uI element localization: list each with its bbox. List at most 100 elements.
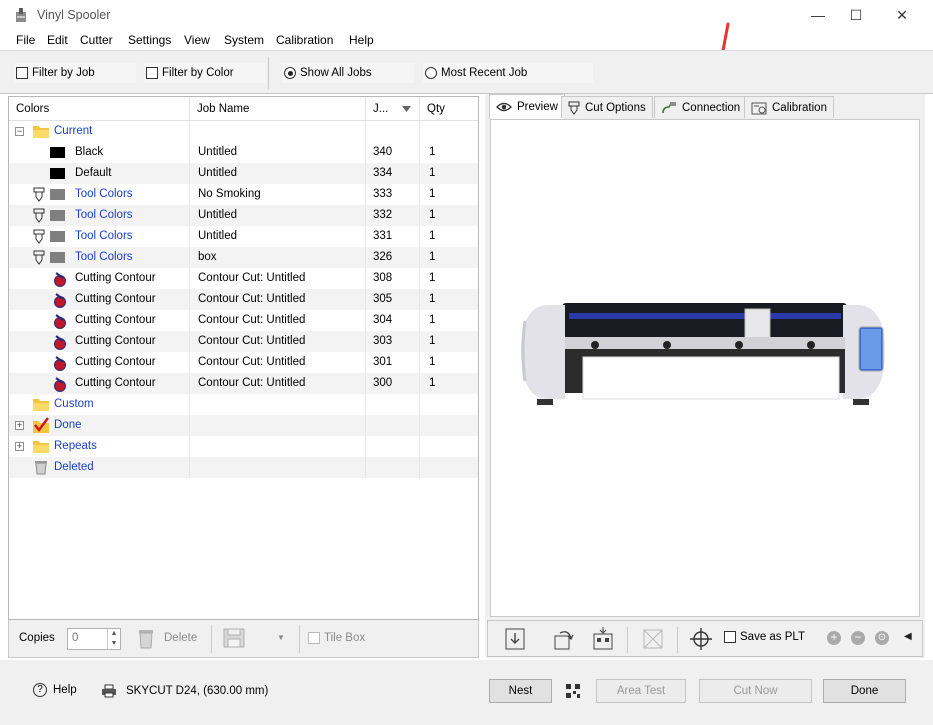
tab-connection[interactable]: Connection: [654, 96, 748, 118]
color-swatch: [50, 189, 65, 200]
tile-box-checkbox[interactable]: [308, 632, 320, 644]
no-cut-icon[interactable]: [642, 628, 664, 650]
done-button[interactable]: Done: [823, 679, 906, 703]
tree-cell: Cutting Contour: [9, 289, 190, 310]
dropdown-arrow-icon[interactable]: ▼: [277, 633, 285, 642]
cutting-contour-icon: [54, 272, 66, 287]
nest-button[interactable]: Nest: [489, 679, 552, 703]
qty-cell: [420, 457, 478, 478]
qty-cell: 1: [429, 251, 436, 263]
table-row[interactable]: Cutting Contour Contour Cut: Untitled 30…: [9, 373, 478, 394]
save-as-plt-checkbox[interactable]: [724, 631, 736, 643]
zoom-in-icon[interactable]: +: [827, 631, 841, 645]
zoom-out-icon[interactable]: −: [851, 631, 865, 645]
maximize-button[interactable]: ☐: [833, 0, 879, 30]
qr-code-icon[interactable]: [566, 684, 580, 698]
title-bar: Vinyl Spooler — ☐ ✕: [0, 0, 933, 30]
rotate-icon[interactable]: [554, 628, 574, 650]
tile-box-option[interactable]: Tile Box: [308, 632, 365, 644]
job-number-cell: 303: [366, 331, 420, 352]
column-header-colors[interactable]: Colors: [9, 97, 190, 121]
column-header-job-name[interactable]: Job Name: [190, 97, 366, 121]
menu-system[interactable]: System: [224, 33, 264, 47]
tab-preview[interactable]: Preview: [489, 94, 565, 119]
collapse-icon[interactable]: −: [15, 127, 24, 136]
table-row[interactable]: Tool Colors Untitled 331 1: [9, 226, 478, 247]
column-header-job-number[interactable]: J...: [366, 97, 420, 121]
filter-by-color-option[interactable]: Filter by Color: [144, 63, 266, 83]
menu-view[interactable]: View: [184, 33, 210, 47]
tab-cut-options[interactable]: Cut Options: [561, 96, 653, 118]
color-label: Cutting Contour: [75, 335, 156, 347]
save-as-plt-option[interactable]: Save as PLT: [724, 631, 805, 643]
job-number-cell: [366, 436, 420, 457]
close-button[interactable]: ✕: [879, 0, 925, 30]
help-button[interactable]: ? Help: [33, 683, 77, 697]
tree-cell: Cutting Contour: [9, 310, 190, 331]
crosshair-icon[interactable]: [690, 628, 712, 650]
knife-tool-icon: [568, 101, 580, 115]
expand-icon[interactable]: +: [15, 442, 24, 451]
table-row[interactable]: Tool Colors No Smoking 333 1: [9, 184, 478, 205]
qty-cell: 1: [429, 377, 436, 389]
cut-now-button[interactable]: Cut Now: [699, 679, 812, 703]
menu-settings[interactable]: Settings: [128, 33, 171, 47]
filter-by-color-checkbox[interactable]: [146, 67, 158, 79]
import-icon[interactable]: [505, 628, 525, 650]
preview-canvas[interactable]: [490, 119, 920, 617]
zoom-fit-icon[interactable]: ⊙: [875, 631, 889, 645]
printer-icon: [102, 684, 116, 698]
tree-cell: + Done: [9, 415, 190, 436]
most-recent-job-option[interactable]: Most Recent Job: [423, 63, 593, 83]
copies-toolbar: Copies 0 ▲ ▼ Delete ▼ Tile Box: [8, 620, 479, 658]
tree-node-custom[interactable]: Custom: [9, 394, 478, 415]
knife-tool-icon: [33, 187, 45, 202]
tree-node-current[interactable]: − Current: [9, 121, 478, 142]
copies-stepper[interactable]: 0 ▲ ▼: [67, 628, 121, 650]
weed-box-icon[interactable]: [592, 626, 614, 650]
job-name-cell: [190, 121, 366, 142]
tab-calibration[interactable]: Calibration: [744, 96, 834, 118]
job-name-cell: Contour Cut: Untitled: [190, 331, 366, 352]
eye-icon: [496, 102, 512, 112]
stepper-down-icon[interactable]: ▼: [107, 639, 120, 649]
table-row[interactable]: Cutting Contour Contour Cut: Untitled 30…: [9, 289, 478, 310]
scroll-left-icon[interactable]: ◀: [904, 631, 912, 642]
menu-help[interactable]: Help: [349, 33, 374, 47]
tree-node-done[interactable]: + Done: [9, 415, 478, 436]
table-row[interactable]: Cutting Contour Contour Cut: Untitled 30…: [9, 352, 478, 373]
filter-by-job-checkbox[interactable]: [16, 67, 28, 79]
column-header-qty[interactable]: Qty: [420, 97, 478, 121]
table-row[interactable]: Default Untitled 334 1: [9, 163, 478, 184]
tree-cell: Default: [9, 163, 190, 184]
show-all-jobs-radio[interactable]: [284, 67, 296, 79]
table-row[interactable]: Cutting Contour Contour Cut: Untitled 30…: [9, 331, 478, 352]
color-swatch: [50, 210, 65, 221]
show-all-jobs-option[interactable]: Show All Jobs: [282, 63, 414, 83]
table-row[interactable]: Black Untitled 340 1: [9, 142, 478, 163]
tree-node-deleted[interactable]: Deleted: [9, 457, 478, 478]
table-row[interactable]: Tool Colors box 326 1: [9, 247, 478, 268]
help-icon: ?: [33, 683, 47, 697]
job-tree-grid[interactable]: Colors Job Name J... Qty − Current Black…: [8, 96, 479, 620]
table-row[interactable]: Tool Colors Untitled 332 1: [9, 205, 478, 226]
filter-by-job-option[interactable]: Filter by Job: [14, 63, 136, 83]
menu-calibration[interactable]: Calibration: [276, 33, 333, 47]
menu-edit[interactable]: Edit: [47, 33, 68, 47]
expand-icon[interactable]: +: [15, 421, 24, 430]
table-row[interactable]: Cutting Contour Contour Cut: Untitled 30…: [9, 310, 478, 331]
maximize-icon: ☐: [849, 6, 863, 23]
save-disk-icon[interactable]: [223, 628, 245, 648]
delete-button[interactable]: Delete: [164, 632, 197, 644]
color-label: Cutting Contour: [75, 272, 156, 284]
stepper-up-icon[interactable]: ▲: [107, 629, 120, 639]
qty-cell: 1: [429, 209, 436, 221]
most-recent-job-radio[interactable]: [425, 67, 437, 79]
tree-cell: Tool Colors: [9, 205, 190, 226]
table-row[interactable]: Cutting Contour Contour Cut: Untitled 30…: [9, 268, 478, 289]
tree-node-repeats[interactable]: + Repeats: [9, 436, 478, 457]
menu-cutter[interactable]: Cutter: [80, 33, 113, 47]
area-test-button[interactable]: Area Test: [596, 679, 686, 703]
menu-file[interactable]: File: [16, 33, 35, 47]
cutting-contour-icon: [54, 314, 66, 329]
